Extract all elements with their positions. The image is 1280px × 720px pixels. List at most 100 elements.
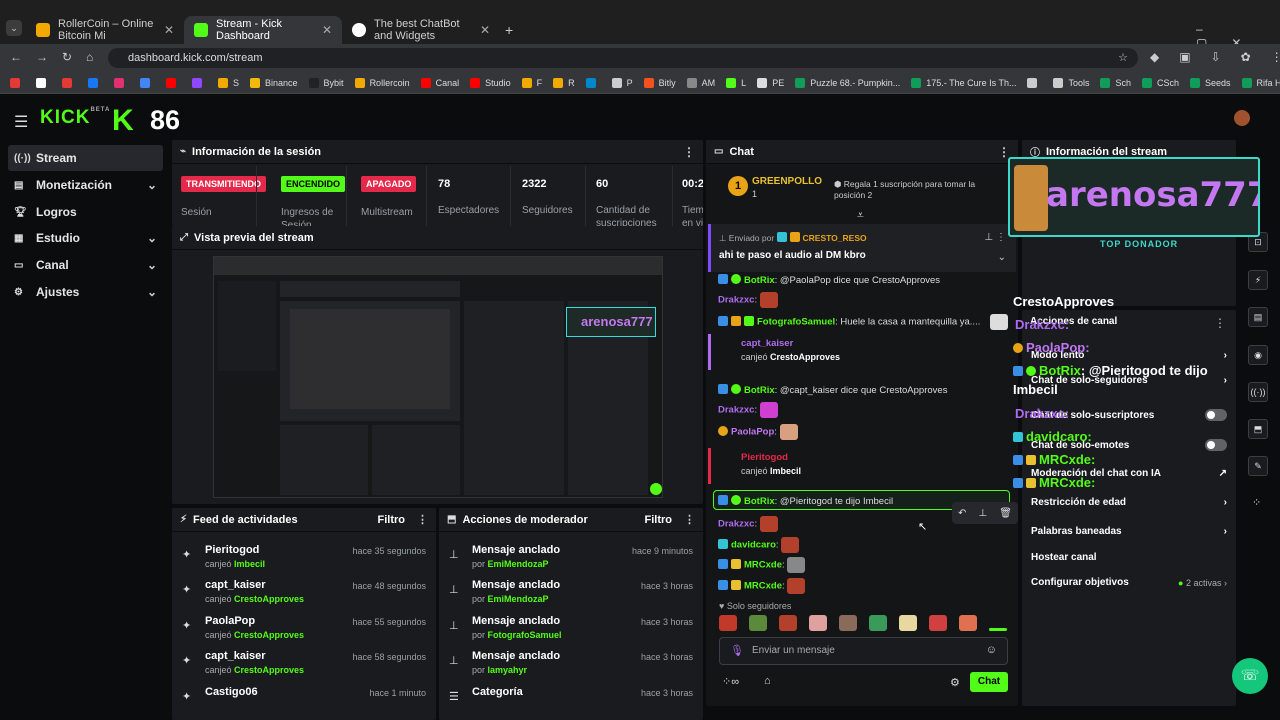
chat-message[interactable]: BotRix: @PaolaPop dice que CrestoApprove… (718, 274, 940, 286)
chat-message[interactable]: Drakzxc: (718, 516, 778, 532)
bookmark-item[interactable]: Puzzle 68.- Pumpkin... (795, 77, 900, 88)
chat-user[interactable]: BotRix (744, 275, 775, 286)
close-icon[interactable]: ✕ (164, 23, 174, 37)
rail-button-doc[interactable]: ▤ (1248, 307, 1268, 327)
chat-user[interactable]: Drakzxc (718, 405, 754, 416)
reply-icon[interactable]: ↶ (958, 508, 966, 519)
modaction-item[interactable]: ⊥ Mensaje anclado por EmiMendozaP hace 9 mi… (447, 544, 695, 580)
chat-message[interactable]: PaolaPop: (718, 424, 798, 440)
rail-button-wrench[interactable]: ✎ (1248, 456, 1268, 476)
bookmark-item[interactable] (88, 77, 103, 88)
bookmark-item[interactable]: AM (686, 77, 715, 88)
chat-message[interactable]: Drakzxc: (718, 292, 778, 308)
redeem-event[interactable]: Pieritogod canjeó Imbecil (708, 448, 1016, 484)
pinned-message[interactable]: ⊥ Enviado por CRESTO_RESO ahi te paso el… (708, 224, 1016, 272)
send-chat-button[interactable]: Chat (970, 672, 1008, 692)
sidebar-item-canal[interactable]: ▭ Canal ⌄ (8, 252, 163, 278)
bookmark-item[interactable]: Bitly (643, 77, 676, 88)
close-icon[interactable]: ✕ (322, 23, 332, 37)
chat-message[interactable]: FotografoSamuel: Huele la casa a mantequ… (718, 314, 1009, 330)
tab-chatbot[interactable]: The best ChatBot and Widgets ✕ (342, 16, 500, 44)
modaction-item[interactable]: ⊥ Mensaje anclado por EmiMendozaP hace 3 ho… (447, 579, 695, 615)
rail-button-bolt[interactable]: ⚡︎ (1248, 270, 1268, 290)
bookmark-item[interactable] (1027, 77, 1042, 88)
trash-icon[interactable]: 🗑︎ (999, 508, 1012, 519)
menu-icon[interactable]: ☰ (14, 112, 28, 132)
emote-icon[interactable] (779, 615, 797, 631)
emote-bar[interactable] (719, 615, 1007, 631)
bookmark-item[interactable]: Sch (1100, 77, 1131, 88)
bookmark-item[interactable]: Rifa H (1241, 77, 1280, 88)
filter-button[interactable]: Filtro (378, 514, 406, 526)
rail-button-broadcast[interactable]: ((·)) (1248, 382, 1268, 402)
chevron-down-icon[interactable]: ⌄ (998, 252, 1006, 263)
bookmark-item[interactable]: PE (757, 77, 784, 88)
chat-message[interactable]: BotRix: @capt_kaiser dice que CrestoAppr… (718, 384, 947, 396)
stream-video[interactable]: arenosa777 (213, 256, 663, 498)
chat-user[interactable]: BotRix (744, 496, 775, 507)
store-icon[interactable]: ⌂ (764, 675, 771, 687)
feed-item[interactable]: ✦ capt_kaiser canjeó CrestoApproves hace 58… (180, 650, 428, 686)
chat-user[interactable]: MRCxde (744, 560, 782, 571)
bookmark-item[interactable]: Binance (250, 77, 298, 88)
bookmark-item[interactable]: Studio (470, 77, 511, 88)
tab-search-button[interactable]: ⌄ (6, 20, 22, 36)
sidebar-item-monetizacion[interactable]: ▤ Monetización ⌄ (8, 172, 163, 198)
chat-user[interactable]: FotografoSamuel (757, 317, 835, 328)
more-icon[interactable]: ⋮ (683, 145, 695, 159)
rail-button-points[interactable]: ⁘ (1252, 496, 1261, 509)
avatar[interactable] (1234, 110, 1250, 126)
more-icon[interactable]: ⋮ (998, 145, 1010, 159)
chat-user[interactable]: Pieritogod (741, 452, 788, 463)
more-emotes-icon[interactable] (989, 628, 1007, 631)
sidebar-item-estudio[interactable]: ▦ Estudio ⌄ (8, 225, 163, 251)
bookmark-item[interactable] (62, 77, 77, 88)
support-button[interactable]: ☏ (1232, 658, 1268, 694)
tab-rollercoin[interactable]: RollerCoin – Online Bitcoin Mi ✕ (26, 16, 184, 44)
bookmark-item[interactable]: CSch (1142, 77, 1179, 88)
rail-button-chat[interactable]: ◉ (1248, 345, 1268, 365)
points-icon[interactable]: ⁘∞ (722, 675, 739, 688)
gear-icon[interactable]: ⚙ (950, 676, 960, 689)
chat-message[interactable]: MRCxde: (718, 578, 806, 594)
chat-user[interactable]: BotRix (744, 385, 775, 396)
feed-item[interactable]: ✦ capt_kaiser canjeó CrestoApproves hace 48… (180, 579, 428, 615)
bookmark-item[interactable]: P (611, 77, 633, 88)
extension-icons[interactable]: ◆▣⇩✿⋮ (1150, 50, 1280, 64)
bookmark-item[interactable]: Tools (1053, 77, 1089, 88)
age-restriction-row[interactable]: Restricción de edad › (1031, 497, 1227, 508)
pin-icon[interactable]: ⊥ ⋮ (985, 232, 1007, 243)
chat-input[interactable]: 🎙︎ Enviar un mensaje ☺ (719, 637, 1008, 665)
bookmark-item[interactable] (140, 77, 155, 88)
pin-icon[interactable]: ⊥ (978, 508, 987, 519)
bookmark-item[interactable]: F (521, 77, 542, 88)
bookmark-item[interactable] (36, 77, 51, 88)
bookmark-item[interactable]: S (218, 77, 239, 88)
bookmark-item[interactable]: Bybit (308, 77, 344, 88)
emote-icon[interactable] (959, 615, 977, 631)
gifter-name[interactable]: GREENPOLLO (752, 176, 822, 187)
emote-icon[interactable] (749, 615, 767, 631)
more-icon[interactable]: ⋮ (684, 513, 695, 526)
bookmark-item[interactable] (114, 77, 129, 88)
redeem-event[interactable]: capt_kaiser canjeó CrestoApproves (708, 334, 1016, 370)
gift-prompt[interactable]: ⬢ Regala 1 suscripción para tomar la pos… (834, 179, 984, 201)
host-channel-row[interactable]: Hostear canal (1031, 552, 1227, 563)
emotes-only-toggle[interactable] (1205, 439, 1227, 451)
emote-icon[interactable] (809, 615, 827, 631)
chat-user[interactable]: Drakzxc (718, 519, 754, 530)
more-icon[interactable]: ⋮ (417, 513, 428, 526)
emote-icon[interactable] (929, 615, 947, 631)
goals-row[interactable]: Configurar objetivos ● 2 activas › (1031, 577, 1227, 588)
emote-icon[interactable] (869, 615, 887, 631)
bookmark-item[interactable] (10, 77, 25, 88)
emoji-icon[interactable]: ☺ (986, 644, 997, 656)
chat-user[interactable]: PaolaPop (731, 427, 774, 438)
modaction-item[interactable]: ⊥ Mensaje anclado por lamyahyr hace 3 horas (447, 650, 695, 686)
filter-button[interactable]: Filtro (645, 514, 673, 526)
sidebar-item-logros[interactable]: 🏆︎ Logros (8, 199, 163, 225)
bookmark-item[interactable]: R (553, 77, 575, 88)
bookmark-item[interactable]: 175.- The Cure Is Th... (911, 77, 1016, 88)
chat-user[interactable]: Drakzxc (718, 295, 754, 306)
emote-icon[interactable] (899, 615, 917, 631)
